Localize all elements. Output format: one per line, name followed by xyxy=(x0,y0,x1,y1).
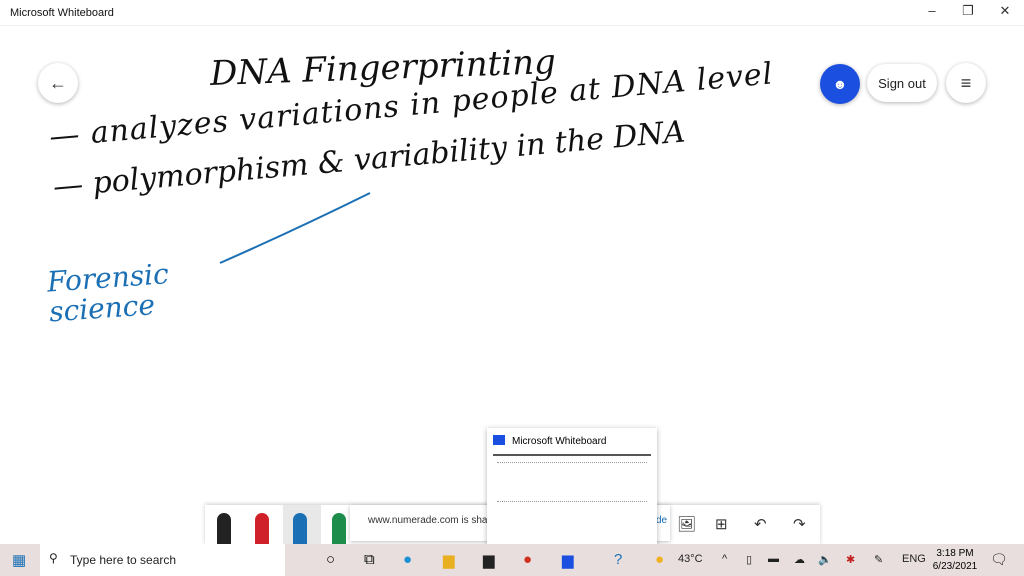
cortana-icon[interactable]: ○ xyxy=(326,551,335,568)
taskbar: ▦ ⚲ Type here to search ○ ⧉ ● ▆ ▆ ● ▆ ? ●… xyxy=(0,544,1024,576)
search-icon: ⚲ xyxy=(49,551,58,565)
dropbox-icon[interactable]: ✱ xyxy=(846,553,855,566)
window-title: Microsoft Whiteboard xyxy=(10,7,114,19)
whiteboard-app-icon xyxy=(493,435,505,445)
tray-chevron-icon[interactable]: ^ xyxy=(722,553,727,565)
pen-tray-icon[interactable]: ✎ xyxy=(874,553,883,566)
pen-blue[interactable] xyxy=(293,513,307,545)
ink-connector-line xyxy=(219,192,371,264)
redo-icon[interactable]: ↷ xyxy=(793,515,806,533)
pen-red[interactable] xyxy=(255,513,269,545)
windows-start-icon[interactable]: ▦ xyxy=(12,551,26,569)
volume-icon[interactable]: 🔈 xyxy=(818,553,832,566)
title-bar: Microsoft Whiteboard – ❐ ✕ xyxy=(0,0,1024,26)
hamburger-icon: ≡ xyxy=(960,72,972,93)
share-text: www.numerade.com is shari xyxy=(368,515,494,526)
person-add-icon: ☻ xyxy=(832,76,848,92)
close-button[interactable]: ✕ xyxy=(987,3,1023,23)
clock-time: 3:18 PM xyxy=(936,548,974,559)
add-icon[interactable]: ⊞ xyxy=(715,515,728,533)
preview-thumbnail xyxy=(497,462,647,502)
weather-icon: ● xyxy=(655,551,665,568)
edge-icon[interactable]: ● xyxy=(403,551,412,568)
notifications-icon[interactable]: 🗨 xyxy=(990,551,1008,568)
taskbar-search[interactable]: ⚲ Type here to search xyxy=(40,544,285,576)
preview-title: Microsoft Whiteboard xyxy=(512,436,607,447)
tray-device-icon[interactable]: ▯ xyxy=(746,553,752,566)
taskbar-preview[interactable]: Microsoft Whiteboard xyxy=(487,428,657,546)
file-explorer-icon[interactable]: ▆ xyxy=(443,551,455,569)
weather-temp[interactable]: 43°C xyxy=(678,553,703,565)
ink-forensic-note: Forensic science xyxy=(45,257,170,329)
store-icon[interactable]: ▆ xyxy=(483,551,495,569)
battery-icon[interactable]: ▬ xyxy=(768,553,779,565)
preview-divider xyxy=(493,454,651,456)
back-arrow-icon: ← xyxy=(49,72,67,93)
search-placeholder: Type here to search xyxy=(70,553,177,567)
onedrive-icon[interactable]: ☁ xyxy=(794,553,805,566)
clock-date: 6/23/2021 xyxy=(932,561,978,572)
back-button[interactable]: ← xyxy=(38,63,78,103)
language-indicator[interactable]: ENG xyxy=(902,553,926,565)
pen-black[interactable] xyxy=(217,513,231,545)
minimize-button[interactable]: – xyxy=(914,3,950,23)
sign-out-button[interactable]: Sign out xyxy=(867,64,937,102)
restore-button[interactable]: ❐ xyxy=(950,3,986,23)
clock[interactable]: 3:18 PM 6/23/2021 xyxy=(930,547,980,573)
pen-green[interactable] xyxy=(332,513,346,545)
undo-icon[interactable]: ↶ xyxy=(754,515,767,533)
whiteboard-taskbar-icon[interactable]: ▆ xyxy=(562,551,574,569)
menu-button[interactable]: ≡ xyxy=(946,63,986,103)
help-icon[interactable]: ? xyxy=(614,551,622,568)
image-icon[interactable]: 🖼 xyxy=(677,515,696,533)
share-stop-link[interactable]: de xyxy=(656,515,667,526)
task-view-icon[interactable]: ⧉ xyxy=(364,551,375,568)
chrome-icon[interactable]: ● xyxy=(523,551,532,568)
invite-button[interactable]: ☻ xyxy=(820,64,860,104)
